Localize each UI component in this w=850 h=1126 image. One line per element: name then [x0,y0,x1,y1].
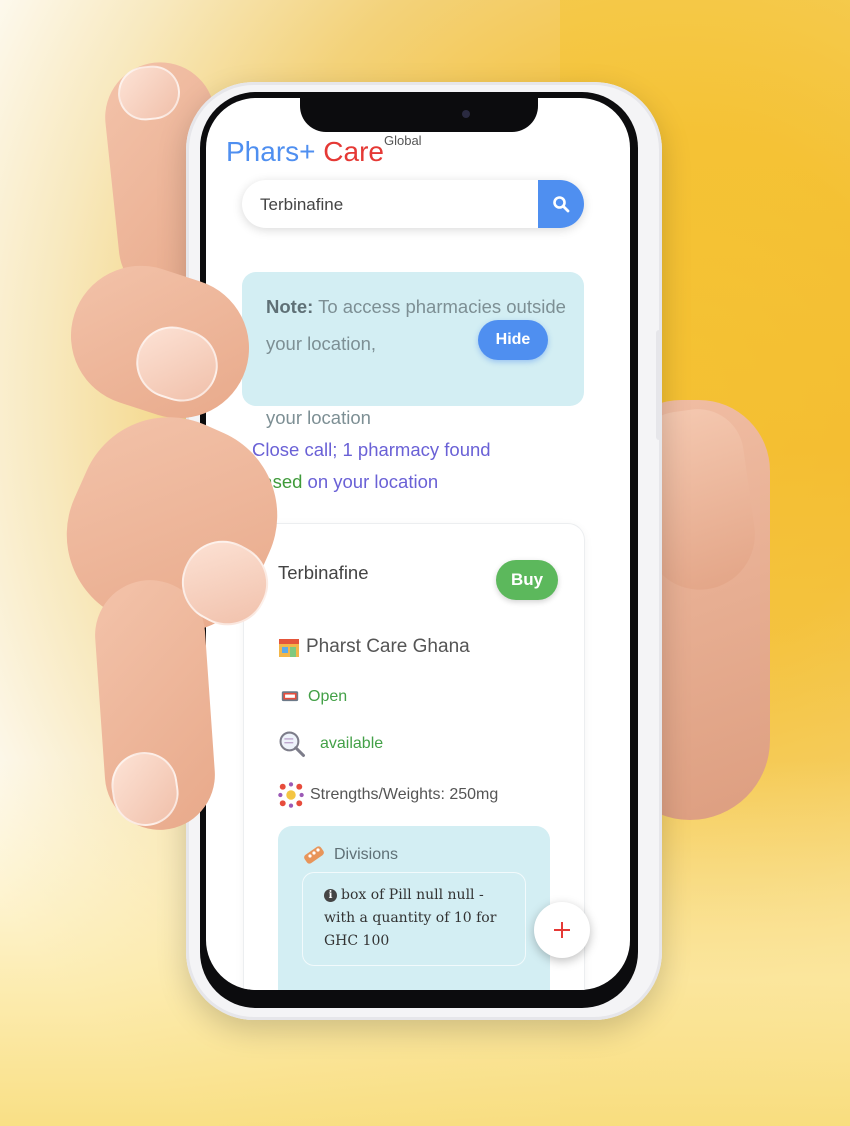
add-floating-button[interactable] [534,902,590,958]
pharmacy-result-card: Terbinafine Buy Pharst Care Ghana Open a… [244,524,584,990]
open-status: Open [308,688,348,705]
brand-name-part2: Care [323,136,384,167]
search-input[interactable] [258,180,532,228]
note-text: Note: To access pharmacies outside your … [266,288,566,436]
hide-location-button[interactable]: Hide [478,320,548,360]
strengths-text: Strengths/Weights: 250mg [310,786,499,803]
results-line1: Close call; 1 pharmacy found [252,439,491,460]
brand-name-part1: Phars+ [226,136,316,167]
divisions-header: Divisions [302,844,398,866]
note-text-after: your location [266,407,371,428]
info-icon: i [324,889,337,902]
division-item[interactable]: i box of Pill null null - with a quantity… [302,872,526,966]
search-bar [242,180,584,228]
plus-icon [554,922,570,938]
phone-notch [300,96,538,132]
division-item-text: i box of Pill null null - with a quantity… [324,884,504,953]
strength-row: Strengths/Weights: 250mg [278,782,498,808]
division-description: box of Pill null null - with a quantity … [324,887,497,949]
magnifier-icon [279,731,305,757]
buy-button[interactable]: Buy [496,560,558,600]
availability-row: available [278,730,383,758]
phone-side-button [656,330,662,440]
note-label: Note: [266,296,314,317]
availability-status: available [320,735,384,752]
pill-pack-icon [304,846,324,864]
molecule-icon [278,782,304,808]
pharmacy-name: Pharst Care Ghana [306,636,470,657]
brand-superscript: Global [383,133,422,148]
results-line2: on your location [302,471,439,492]
divisions-panel: Divisions i box of Pill null null - with … [278,826,550,990]
drug-name: Terbinafine [278,562,369,583]
brand-logo[interactable]: Phars+ CareGlobal [226,133,422,168]
search-button[interactable] [538,180,584,228]
pharmacy-row[interactable]: Pharst Care Ghana [278,636,470,658]
store-icon [279,639,299,657]
status-row: Open [278,688,347,706]
location-note: Note: To access pharmacies outside your … [242,272,584,428]
results-summary: Close call; 1 pharmacy found based on yo… [252,434,582,498]
open-sign-icon [281,691,299,702]
front-camera [462,110,470,118]
search-icon [553,196,570,213]
divisions-label: Divisions [334,846,399,863]
